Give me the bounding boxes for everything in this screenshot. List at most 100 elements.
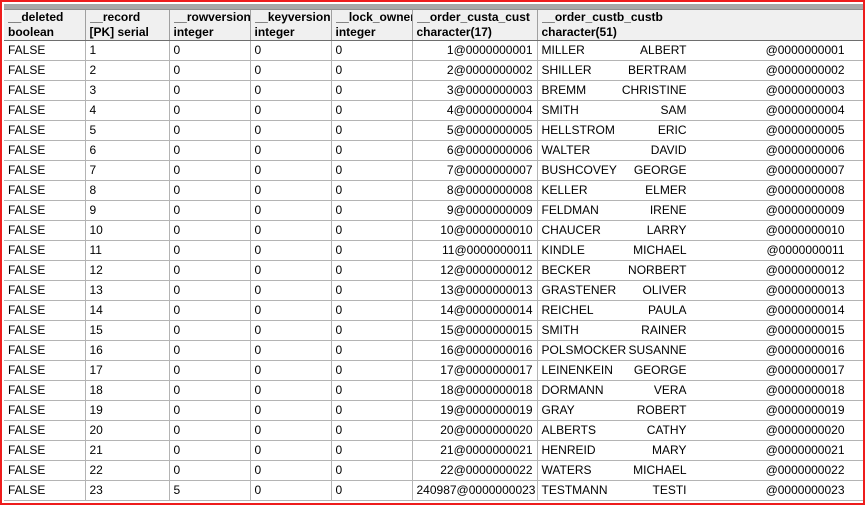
cell-order-custa-cust[interactable]: 15@0000000015 <box>412 320 538 341</box>
cell-lock-owner[interactable]: 0 <box>331 240 413 261</box>
cell-rowversion[interactable]: 0 <box>169 340 251 361</box>
cell-order-custa-cust[interactable]: 5@0000000005 <box>412 120 538 141</box>
cell-order-custb-custb[interactable]: TESTMANN TESTI @0000000023 <box>537 480 863 501</box>
cell-order-custb-custb[interactable]: BECKER NORBERT @0000000012 <box>537 260 863 281</box>
cell-lock-owner[interactable]: 0 <box>331 200 413 221</box>
cell-order-custa-cust[interactable]: 12@0000000012 <box>412 260 538 281</box>
cell-lock-owner[interactable]: 0 <box>331 360 413 381</box>
cell-order-custb-custb[interactable]: SHILLER BERTRAM @0000000002 <box>537 60 863 81</box>
cell-record[interactable]: 12 <box>85 260 170 281</box>
cell-keyversion[interactable]: 0 <box>250 40 332 61</box>
cell-deleted[interactable]: FALSE <box>4 400 86 421</box>
cell-keyversion[interactable]: 0 <box>250 400 332 421</box>
cell-order-custb-custb[interactable]: CHAUCER LARRY @0000000010 <box>537 220 863 241</box>
cell-keyversion[interactable]: 0 <box>250 160 332 181</box>
cell-lock-owner[interactable]: 0 <box>331 480 413 501</box>
cell-record[interactable]: 16 <box>85 340 170 361</box>
cell-record[interactable]: 3 <box>85 80 170 101</box>
cell-record[interactable]: 7 <box>85 160 170 181</box>
cell-record[interactable]: 10 <box>85 220 170 241</box>
cell-keyversion[interactable]: 0 <box>250 340 332 361</box>
cell-order-custa-cust[interactable]: 16@0000000016 <box>412 340 538 361</box>
cell-rowversion[interactable]: 0 <box>169 400 251 421</box>
table-row[interactable]: FALSE 6 0 0 0 6@0000000006 WALTER DAVID @0000000… <box>4 140 863 161</box>
cell-lock-owner[interactable]: 0 <box>331 340 413 361</box>
cell-order-custa-cust[interactable]: 9@0000000009 <box>412 200 538 221</box>
table-row[interactable]: FALSE 3 0 0 0 3@0000000003 BREMM CHRISTINE @0000… <box>4 80 863 101</box>
cell-deleted[interactable]: FALSE <box>4 40 86 61</box>
cell-keyversion[interactable]: 0 <box>250 120 332 141</box>
cell-order-custb-custb[interactable]: MILLER ALBERT @0000000001 <box>537 40 863 61</box>
cell-lock-owner[interactable]: 0 <box>331 120 413 141</box>
cell-lock-owner[interactable]: 0 <box>331 300 413 321</box>
cell-rowversion[interactable]: 0 <box>169 260 251 281</box>
cell-deleted[interactable]: FALSE <box>4 180 86 201</box>
cell-order-custa-cust[interactable]: 3@0000000003 <box>412 80 538 101</box>
table-row[interactable]: FALSE 16 0 0 0 16@0000000016 POLSMOCKER SUSANNE… <box>4 340 863 361</box>
cell-order-custa-cust[interactable]: 17@0000000017 <box>412 360 538 381</box>
cell-lock-owner[interactable]: 0 <box>331 380 413 401</box>
cell-lock-owner[interactable]: 0 <box>331 160 413 181</box>
cell-rowversion[interactable]: 0 <box>169 380 251 401</box>
cell-deleted[interactable]: FALSE <box>4 480 86 501</box>
cell-keyversion[interactable]: 0 <box>250 80 332 101</box>
cell-record[interactable]: 20 <box>85 420 170 441</box>
cell-order-custa-cust[interactable]: 20@0000000020 <box>412 420 538 441</box>
cell-lock-owner[interactable]: 0 <box>331 320 413 341</box>
table-row[interactable]: FALSE 11 0 0 0 11@0000000011 KINDLE MICHAEL @000… <box>4 240 863 261</box>
cell-rowversion[interactable]: 0 <box>169 120 251 141</box>
cell-order-custb-custb[interactable]: BUSHCOVEY GEORGE @0000000007 <box>537 160 863 181</box>
cell-order-custa-cust[interactable]: 13@0000000013 <box>412 280 538 301</box>
cell-keyversion[interactable]: 0 <box>250 60 332 81</box>
cell-keyversion[interactable]: 0 <box>250 320 332 341</box>
cell-rowversion[interactable]: 0 <box>169 280 251 301</box>
cell-deleted[interactable]: FALSE <box>4 380 86 401</box>
cell-rowversion[interactable]: 0 <box>169 140 251 161</box>
cell-order-custb-custb[interactable]: HELLSTROM ERIC @0000000005 <box>537 120 863 141</box>
cell-record[interactable]: 19 <box>85 400 170 421</box>
cell-deleted[interactable]: FALSE <box>4 60 86 81</box>
cell-lock-owner[interactable]: 0 <box>331 140 413 161</box>
cell-order-custa-cust[interactable]: 6@0000000006 <box>412 140 538 161</box>
cell-deleted[interactable]: FALSE <box>4 420 86 441</box>
cell-record[interactable]: 21 <box>85 440 170 461</box>
cell-rowversion[interactable]: 5 <box>169 480 251 501</box>
cell-order-custa-cust[interactable]: 19@0000000019 <box>412 400 538 421</box>
cell-deleted[interactable]: FALSE <box>4 220 86 241</box>
column-header-order-custb-custb[interactable]: __order_custb_custb character(51) <box>537 10 863 41</box>
cell-deleted[interactable]: FALSE <box>4 200 86 221</box>
table-row[interactable]: FALSE 5 0 0 0 5@0000000005 HELLSTROM ERIC @00000… <box>4 120 863 141</box>
cell-record[interactable]: 22 <box>85 460 170 481</box>
column-header-order-custa-cust[interactable]: __order_custa_cust character(17) <box>412 10 538 41</box>
table-row[interactable]: FALSE 20 0 0 0 20@0000000020 ALBERTS CATHY @0000… <box>4 420 863 441</box>
cell-order-custb-custb[interactable]: KELLER ELMER @0000000008 <box>537 180 863 201</box>
cell-record[interactable]: 1 <box>85 40 170 61</box>
cell-rowversion[interactable]: 0 <box>169 180 251 201</box>
cell-record[interactable]: 5 <box>85 120 170 141</box>
column-header-record[interactable]: __record [PK] serial <box>85 10 170 41</box>
cell-rowversion[interactable]: 0 <box>169 160 251 181</box>
cell-deleted[interactable]: FALSE <box>4 360 86 381</box>
cell-record[interactable]: 8 <box>85 180 170 201</box>
cell-order-custa-cust[interactable]: 18@0000000018 <box>412 380 538 401</box>
cell-deleted[interactable]: FALSE <box>4 80 86 101</box>
cell-keyversion[interactable]: 0 <box>250 440 332 461</box>
cell-order-custa-cust[interactable]: 11@0000000011 <box>412 240 538 261</box>
cell-deleted[interactable]: FALSE <box>4 340 86 361</box>
cell-keyversion[interactable]: 0 <box>250 200 332 221</box>
table-row[interactable]: FALSE 22 0 0 0 22@0000000022 WATERS MICHAEL @000… <box>4 460 863 481</box>
table-row[interactable]: FALSE 7 0 0 0 7@0000000007 BUSHCOVEY GEORGE @000… <box>4 160 863 181</box>
cell-deleted[interactable]: FALSE <box>4 440 86 461</box>
cell-keyversion[interactable]: 0 <box>250 480 332 501</box>
cell-deleted[interactable]: FALSE <box>4 120 86 141</box>
cell-order-custb-custb[interactable]: POLSMOCKER SUSANNE @0000000016 <box>537 340 863 361</box>
table-row[interactable]: FALSE 19 0 0 0 19@0000000019 GRAY ROBERT @000000… <box>4 400 863 421</box>
cell-lock-owner[interactable]: 0 <box>331 100 413 121</box>
column-header-lock-owner[interactable]: __lock_owner integer <box>331 10 413 41</box>
cell-keyversion[interactable]: 0 <box>250 220 332 241</box>
cell-rowversion[interactable]: 0 <box>169 100 251 121</box>
cell-deleted[interactable]: FALSE <box>4 260 86 281</box>
cell-order-custb-custb[interactable]: KINDLE MICHAEL @0000000011 <box>537 240 863 261</box>
cell-order-custa-cust[interactable]: 21@0000000021 <box>412 440 538 461</box>
cell-order-custa-cust[interactable]: 22@0000000022 <box>412 460 538 481</box>
